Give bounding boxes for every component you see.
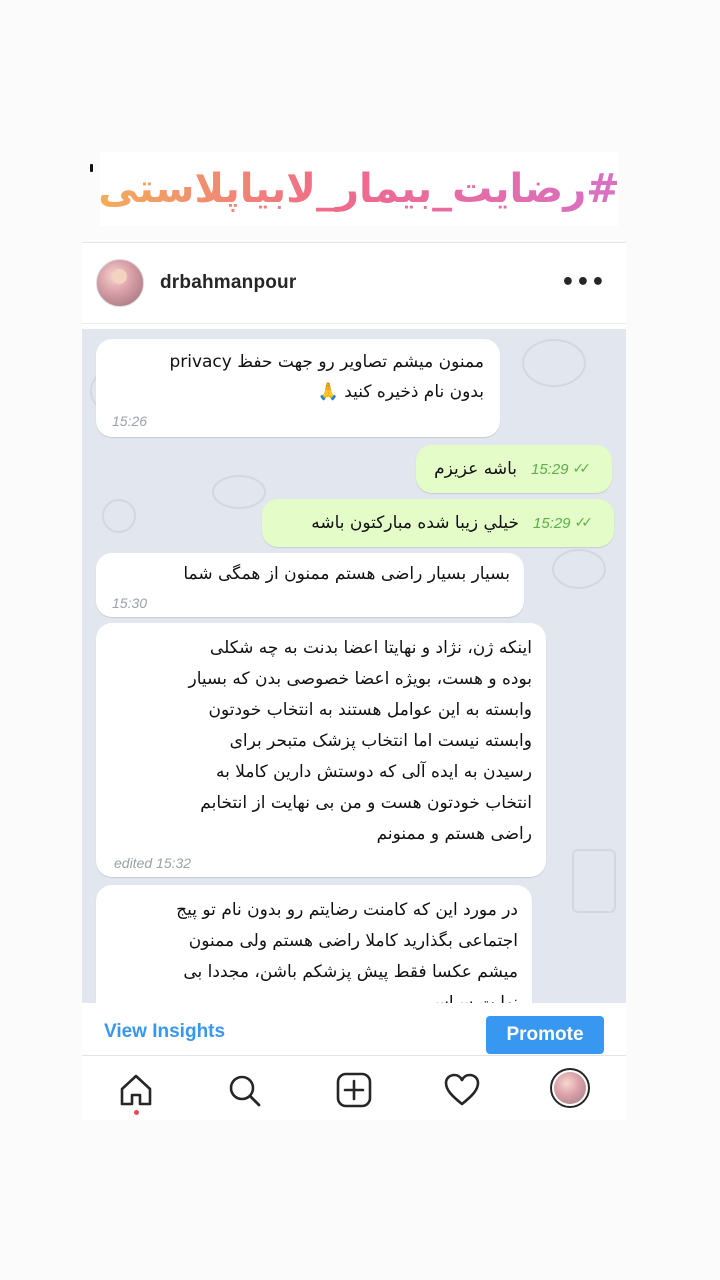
new-post-icon[interactable] [334,1070,374,1110]
notification-dot [134,1110,139,1115]
message-incoming: بسیار بسیار راضی هستم ممنون از همگی شما … [96,553,524,617]
message-time: 15:30 [112,595,148,611]
doodle-shape [212,475,266,509]
doodle-shape [522,339,586,387]
post-actions: View Insights Promote [82,1009,626,1055]
search-icon[interactable] [224,1070,264,1110]
double-check-icon: ✓✓ [574,515,594,531]
doodle-shape [102,499,136,533]
ellipsis-icon[interactable]: ••• [561,272,606,294]
view-insights-link[interactable]: View Insights [104,1021,225,1043]
double-check-icon: ✓✓ [572,461,592,477]
chat-screenshot: ممنون میشم تصاویر رو جهت حفظ privacy بدو… [82,329,626,1003]
message-incoming: ممنون میشم تصاویر رو جهت حفظ privacy بدو… [96,339,500,437]
home-icon[interactable] [116,1070,156,1110]
profile-avatar[interactable] [550,1068,590,1108]
message-text: ممنون میشم تصاویر رو جهت حفظ privacy بدو… [169,352,484,402]
message-text: باشه عزیزم [434,459,517,479]
message-incoming: در مورد این که کامنت رضایتم رو بدون نام … [96,885,532,1003]
message-incoming: اینکه ژن، نژاد و نهایتا اعضا بدنت به چه … [96,623,546,877]
message-outgoing: باشه عزیزم 15:29 ✓✓ [416,445,612,493]
activity-heart-icon[interactable] [442,1070,482,1110]
post-card: drbahmanpour ••• ممنون میشم تصاویر رو جه… [82,242,626,1120]
message-text: در مورد این که کامنت رضایتم رو بدون نام … [176,900,518,1003]
profile-avatar-image [554,1072,586,1104]
hashtag-text: #رضایت_بیمار_لابیاپلاستی [98,166,620,212]
message-outgoing: خيلي زيبا شده مباركتون باشه 15:29 ✓✓ [262,499,614,547]
avatar[interactable] [96,259,144,307]
message-time: edited 15:32 [114,855,192,871]
username[interactable]: drbahmanpour [160,272,296,294]
message-text: خيلي زيبا شده مباركتون باشه [311,513,519,533]
doodle-shape [552,549,606,589]
doodle-shape [572,849,616,913]
instagram-story-screenshot: #رضایت_بیمار_لابیاپلاستی drbahmanpour ••… [0,0,720,1280]
promote-button[interactable]: Promote [486,1016,604,1054]
message-text: اینکه ژن، نژاد و نهایتا اعضا بدنت به چه … [188,638,532,844]
message-text: بسیار بسیار راضی هستم ممنون از همگی شما [183,564,510,584]
message-time: 15:29 [530,460,569,478]
bottom-nav [82,1055,626,1120]
message-time: 15:26 [112,413,148,429]
message-time: 15:29 [532,514,571,532]
status-dot [90,164,93,172]
hashtag-banner: #رضایت_بیمار_لابیاپلاستی [98,152,620,226]
post-header: drbahmanpour ••• [82,243,626,324]
